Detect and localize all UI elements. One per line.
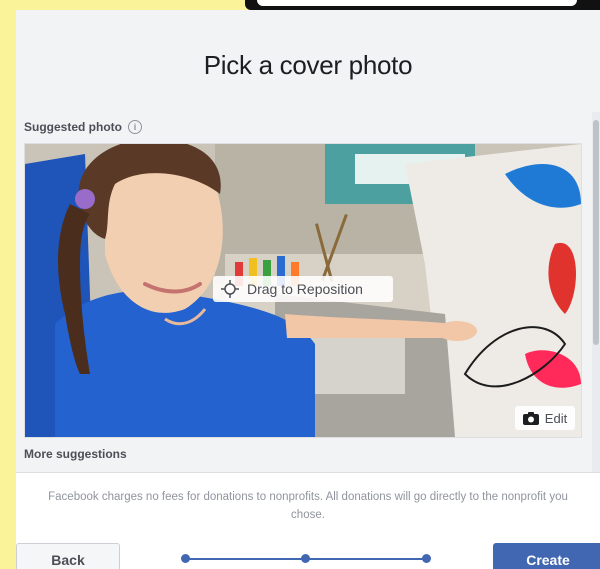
donation-notice: Facebook charges no fees for donations t…: [48, 491, 568, 521]
edit-photo-button[interactable]: Edit: [515, 406, 575, 430]
drag-to-reposition-label: Drag to Reposition: [247, 281, 363, 297]
camera-icon: [522, 411, 539, 425]
background-device-screen: [257, 0, 577, 6]
dialog-title: Pick a cover photo: [203, 50, 413, 80]
back-button[interactable]: Back: [16, 543, 120, 569]
more-suggestions-label-text: More suggestions: [24, 447, 127, 461]
suggested-photo-label: Suggested photo i: [24, 120, 142, 134]
create-button[interactable]: Create: [493, 543, 600, 569]
background-device-frame: [245, 0, 600, 10]
progress-stepper: [181, 553, 431, 565]
stepper-dot-1: [181, 554, 190, 563]
drag-to-reposition-handle[interactable]: Drag to Reposition: [213, 276, 393, 302]
scrollbar-thumb[interactable]: [593, 120, 599, 345]
dialog-footer: Facebook charges no fees for donations t…: [16, 472, 600, 569]
stepper-dot-3: [422, 554, 431, 563]
info-icon[interactable]: i: [128, 120, 142, 134]
cover-photo-dialog: Pick a cover photo Suggested photo i Dra…: [16, 10, 600, 569]
stepper-dot-2: [301, 554, 310, 563]
more-suggestions-label: More suggestions: [24, 447, 127, 461]
move-arrows-icon: [221, 280, 239, 298]
dialog-scrollbar[interactable]: [592, 112, 600, 472]
edit-photo-label: Edit: [544, 410, 568, 426]
cover-photo[interactable]: Drag to Reposition Edit: [24, 143, 582, 438]
suggested-photo-label-text: Suggested photo: [24, 120, 122, 134]
